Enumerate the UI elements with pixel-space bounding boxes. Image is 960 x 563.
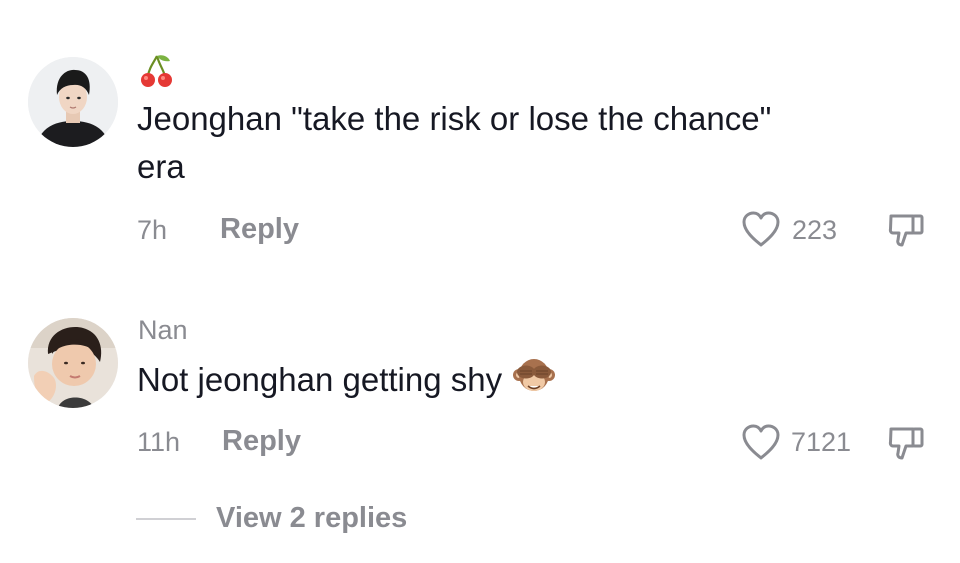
divider	[136, 518, 196, 520]
comment-text-continued: era	[137, 148, 185, 185]
thumbs-down-icon[interactable]	[886, 210, 926, 255]
comment-timestamp: 11h	[137, 427, 181, 457]
avatar[interactable]	[28, 318, 118, 408]
comment-text-body: Not jeonghan getting shy	[137, 361, 503, 398]
comment-text: Jeonghan "take the risk or lose the chan…	[137, 100, 772, 137]
view-replies-button[interactable]: View 2 replies	[216, 502, 407, 534]
comment-text: Not jeonghan getting shy	[137, 355, 556, 410]
heart-icon[interactable]	[740, 210, 782, 253]
comment-timestamp: 7h	[137, 215, 168, 245]
cherries-icon	[138, 52, 176, 95]
reply-button[interactable]: Reply	[222, 425, 301, 457]
avatar-image	[28, 57, 118, 147]
like-count: 223	[792, 215, 838, 245]
avatar-image	[28, 318, 118, 408]
heart-icon[interactable]	[740, 423, 782, 466]
thumbs-down-icon[interactable]	[886, 423, 926, 468]
comment-username[interactable]: Nan	[138, 314, 188, 346]
like-count: 7121	[791, 427, 852, 457]
reply-button[interactable]: Reply	[220, 213, 299, 245]
avatar[interactable]	[28, 57, 118, 147]
see-no-evil-monkey-icon	[512, 355, 556, 410]
